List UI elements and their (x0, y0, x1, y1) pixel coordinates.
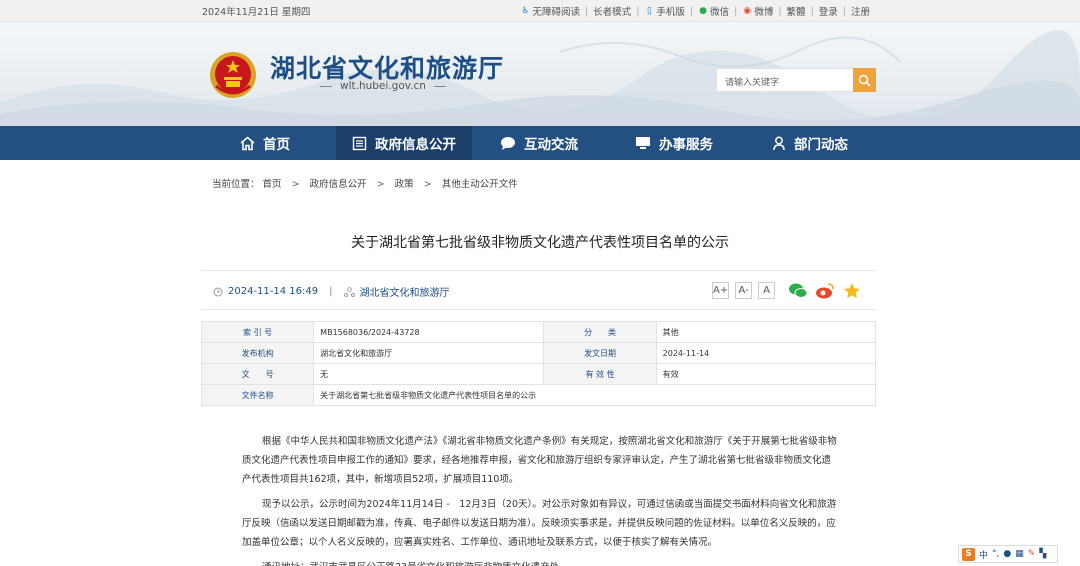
phone-icon: ▯ (646, 6, 652, 16)
current-date: 2024年11月21日 星期四 (202, 7, 311, 18)
search-input[interactable]: 请输入关键字 (716, 68, 854, 92)
register-link[interactable]: 注册 (851, 4, 870, 18)
publisher-label: 发布机构 (200, 342, 315, 364)
publisher-value: 湖北省文化和旅游厅 (313, 342, 545, 364)
nav-interaction[interactable]: 互动交流 (500, 126, 578, 160)
docno-label: 文 号 (200, 363, 315, 385)
ime-logo-icon: S (962, 547, 975, 561)
filename-value: 关于湖北省第七批省级非物质文化遗产代表性项目名单的公示 (313, 384, 876, 406)
home-icon (240, 135, 255, 150)
pubdate-label: 发文日期 (543, 342, 657, 364)
publish-source: 湖北省文化和旅游厅 (359, 288, 450, 299)
weibo-icon: ◉ (743, 6, 752, 16)
search-button[interactable] (853, 68, 876, 92)
validity-label: 有 效 性 (543, 363, 657, 385)
wechat-icon: ● (699, 6, 708, 16)
category-label: 分 类 (543, 321, 657, 343)
table-row: 文 号 无 有 效 性 有效 (200, 363, 877, 385)
person-icon (773, 136, 785, 150)
paragraph: 通讯地址：武汉市武昌区公正路23号省文化和旅游厅非物质文化遗产处 (242, 558, 840, 566)
publish-date: 2024-11-14 16:49 (228, 286, 319, 297)
docno-value: 无 (313, 363, 545, 385)
clock-icon (213, 287, 223, 296)
main-nav: 首页 政府信息公开 互动交流 办事服务 部门动态 (0, 126, 1080, 160)
ime-toolbar[interactable]: S 中 °, ● ▦ ✎ ▚ (958, 545, 1058, 563)
mountain-background (0, 29, 1080, 126)
accessibility-icon: ♿ (521, 6, 530, 16)
font-increase-button[interactable]: A+ (712, 282, 729, 299)
grid-menu-icon[interactable]: ▚ (1039, 549, 1046, 559)
chat-bubble-icon (501, 136, 515, 150)
microphone-icon[interactable]: ● (1003, 549, 1011, 559)
site-url: wlt.hubei.gov.cn (312, 80, 454, 92)
keyboard-icon[interactable]: ▦ (1015, 549, 1024, 559)
table-row: 文件名称 关于湖北省第七批省级非物质文化遗产代表性项目名单的公示 (200, 384, 876, 406)
font-default-button[interactable]: A (758, 282, 775, 299)
monitor-icon (636, 137, 650, 149)
favorite-star-icon[interactable] (842, 281, 862, 301)
accessibility-link[interactable]: ♿ 无障碍阅读 (520, 4, 580, 18)
ime-language-label[interactable]: 中 (979, 548, 988, 561)
nav-department-news[interactable]: 部门动态 (772, 126, 848, 160)
login-link[interactable]: 登录 (819, 4, 838, 18)
nav-home[interactable]: 首页 (240, 126, 290, 160)
nav-government-info[interactable]: 政府信息公开 (336, 126, 472, 160)
article-body: 根据《中华人民共和国非物质文化遗产法》《湖北省非物质文化遗产条例》有关规定，按照… (242, 432, 840, 566)
elder-mode-link[interactable]: 长者模式 (593, 4, 631, 18)
document-info-table: 索 引 号 MB1568036/2024-43728 分 类 其他 发布机构 湖… (200, 321, 877, 406)
national-emblem-icon[interactable] (208, 50, 258, 100)
publish-info: 2024-11-14 16:49 | 湖北省文化和旅游厅 (213, 284, 450, 299)
document-list-icon (352, 136, 367, 150)
breadcrumb-item[interactable]: 政府信息公开 (310, 179, 367, 190)
mobile-link[interactable]: ▯ 手机版 (644, 4, 685, 18)
skin-icon[interactable]: ✎ (1028, 549, 1036, 559)
weibo-link[interactable]: ◉ 微博 (742, 4, 773, 18)
index-value: MB1568036/2024-43728 (313, 321, 545, 343)
paragraph: 根据《中华人民共和国非物质文化遗产法》《湖北省非物质文化遗产条例》有关规定，按照… (242, 436, 837, 485)
site-header: 湖北省文化和旅游厅 wlt.hubei.gov.cn 请输入关键字 (0, 22, 1080, 126)
filename-label: 文件名称 (200, 384, 315, 406)
search-icon (858, 74, 871, 87)
punctuation-icon[interactable]: °, (992, 549, 999, 559)
breadcrumb: 当前位置： 首页 > 政府信息公开 > 政策 > 其他主动公开文件 (212, 179, 518, 190)
index-label: 索 引 号 (200, 321, 315, 343)
nav-services[interactable]: 办事服务 (635, 126, 713, 160)
traditional-chinese-link[interactable]: 繁體 (787, 4, 806, 18)
article-title: 关于湖北省第七批省级非物质文化遗产代表性项目名单的公示 (351, 235, 729, 251)
table-row: 发布机构 湖北省文化和旅游厅 发文日期 2024-11-14 (200, 342, 877, 364)
top-bar: 2024年11月21日 星期四 ♿ 无障碍阅读 | 长者模式 | ▯ 手机版 |… (0, 0, 1080, 22)
font-decrease-button[interactable]: A- (735, 282, 752, 299)
weibo-share-icon[interactable] (815, 281, 835, 301)
wechat-share-icon[interactable] (788, 281, 808, 301)
breadcrumb-item[interactable]: 其他主动公开文件 (442, 179, 518, 190)
breadcrumb-item[interactable]: 政策 (395, 179, 414, 190)
category-value: 其他 (655, 321, 877, 343)
table-row: 索 引 号 MB1568036/2024-43728 分 类 其他 (200, 321, 877, 343)
breadcrumb-item[interactable]: 首页 (263, 179, 282, 190)
validity-value: 有效 (655, 363, 877, 385)
organization-icon (343, 286, 355, 297)
top-links: ♿ 无障碍阅读 | 长者模式 | ▯ 手机版 | ● 微信 | ◉ 微博 | 繁… (520, 4, 870, 19)
paragraph: 现予以公示，公示时间为2024年11月14日 - 12月3日（20天）。对公示对… (242, 499, 837, 548)
pubdate-value: 2024-11-14 (655, 342, 877, 364)
wechat-link[interactable]: ● 微信 (698, 4, 729, 18)
article-meta-bar: 2024-11-14 16:49 | 湖北省文化和旅游厅 A+ A- A (201, 270, 876, 310)
